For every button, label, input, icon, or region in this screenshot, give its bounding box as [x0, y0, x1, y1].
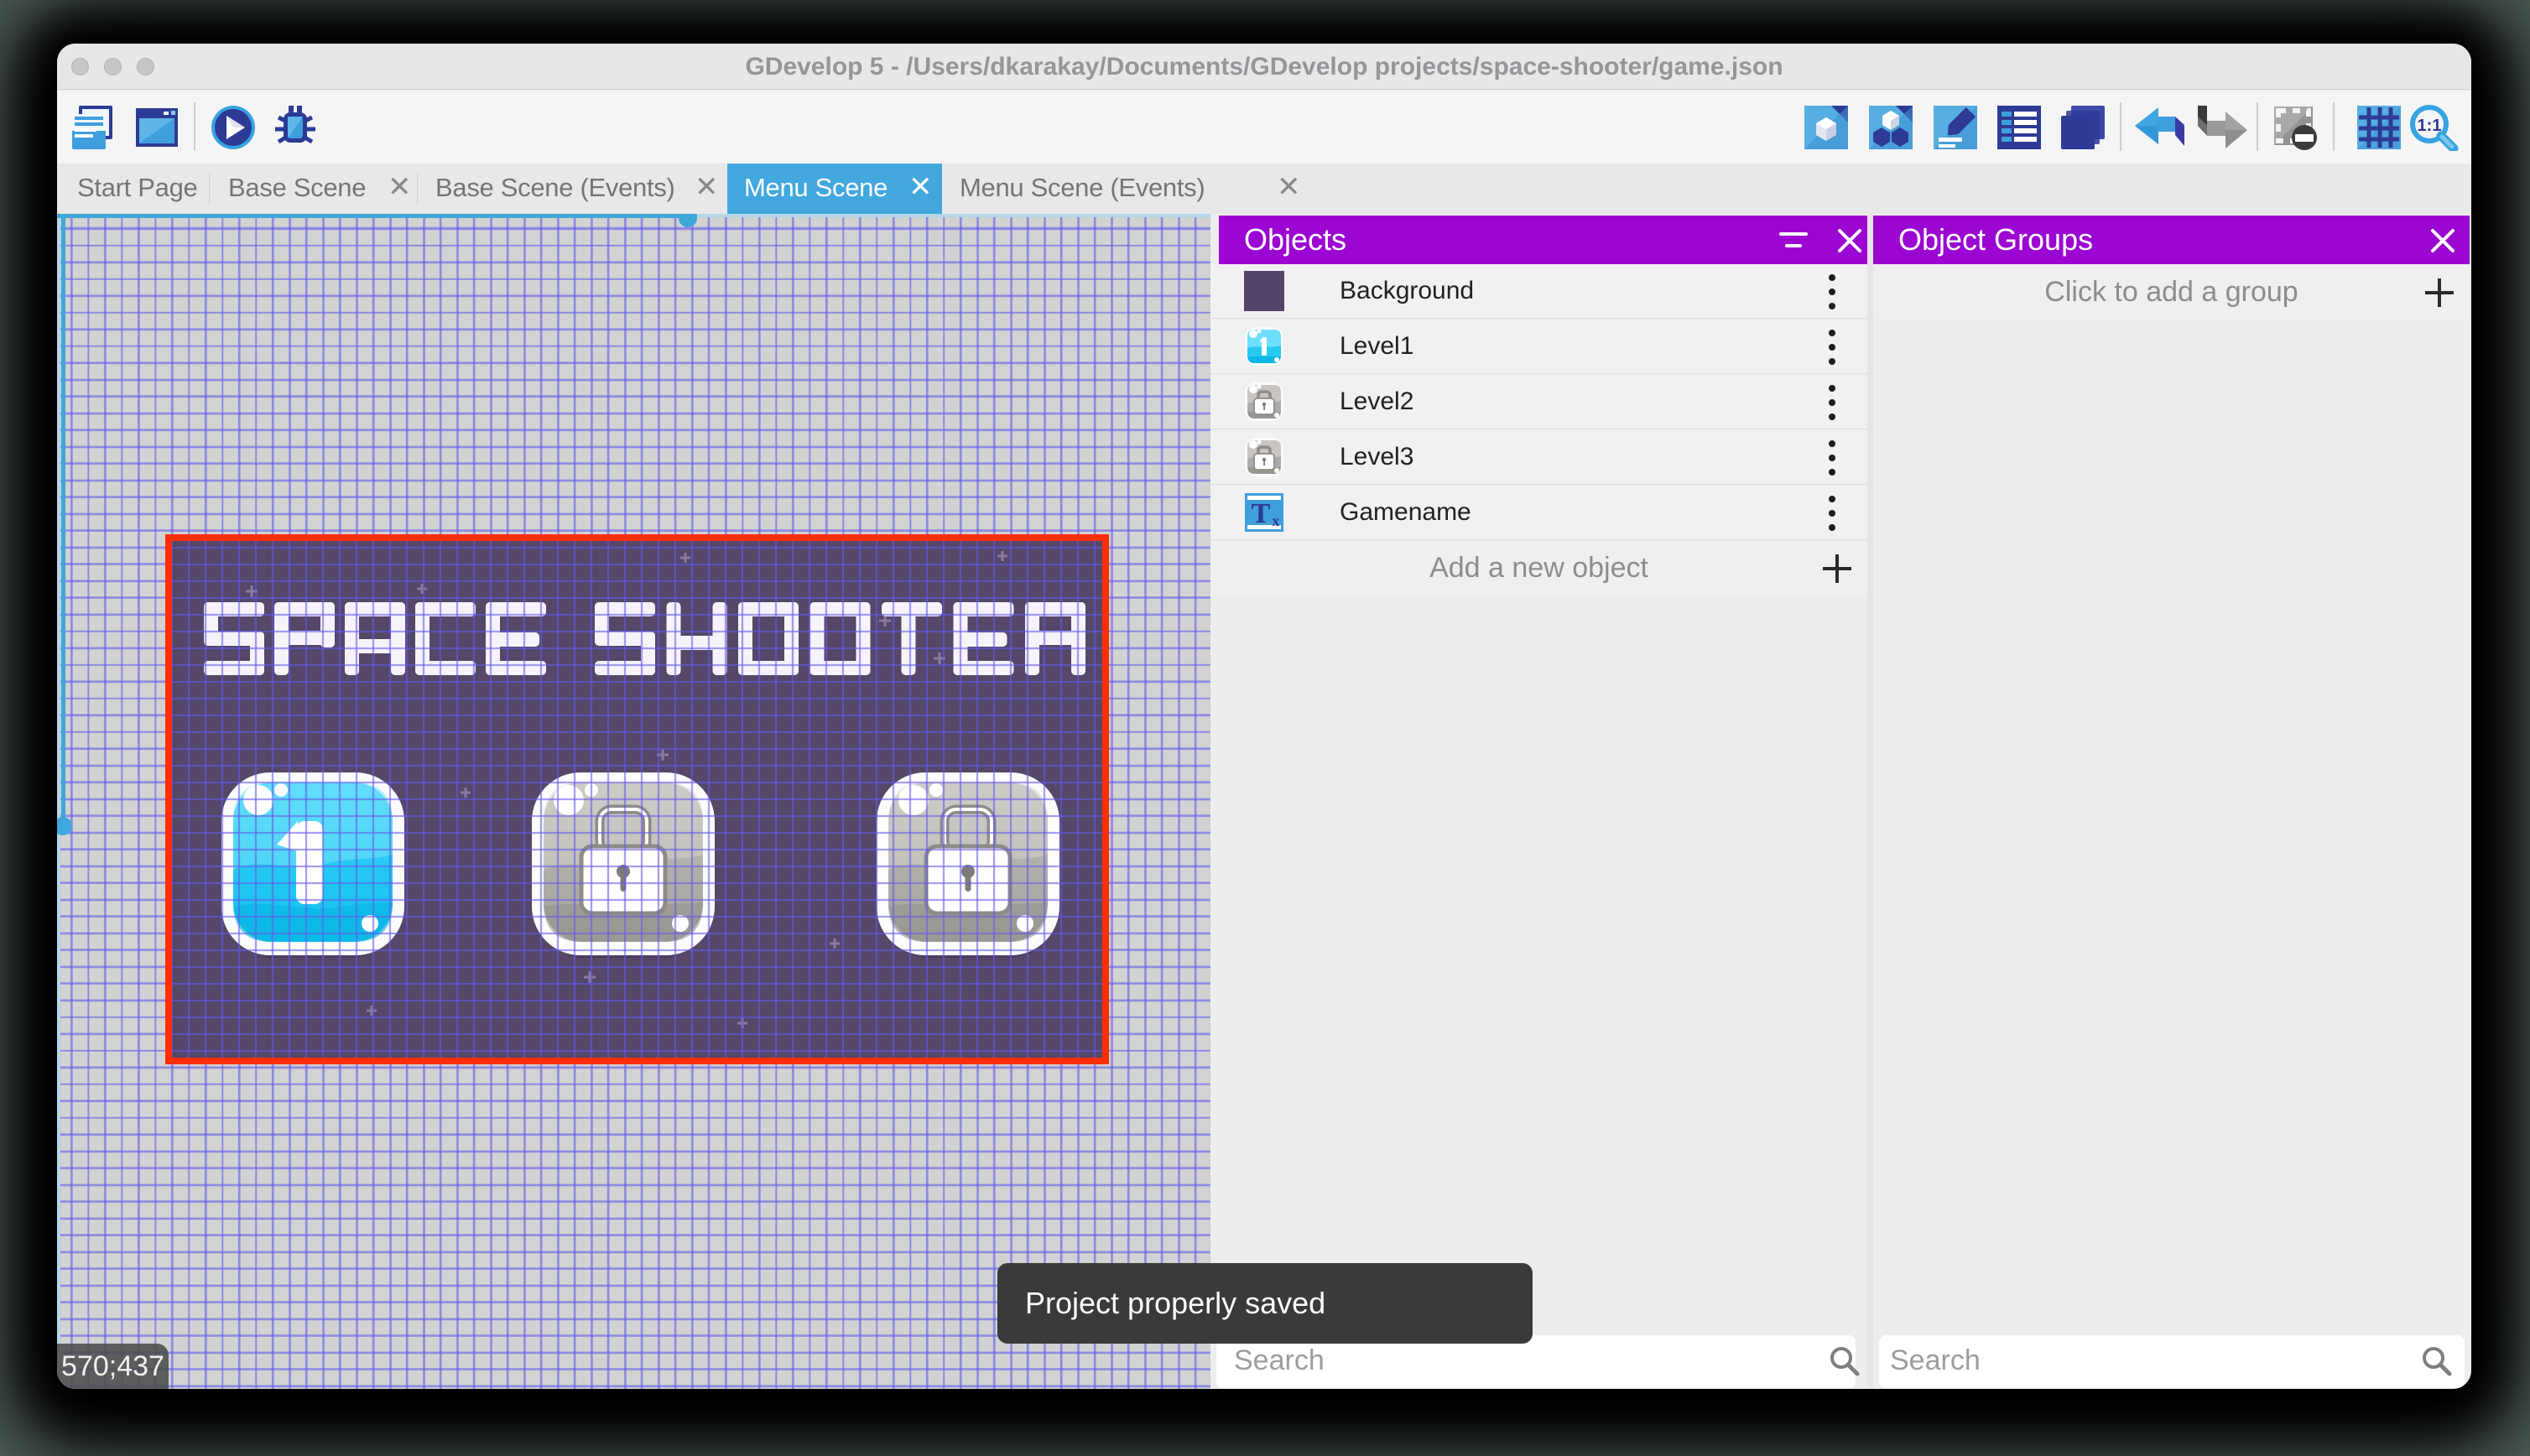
svg-text:x: x: [1273, 512, 1280, 529]
svg-text:1:1: 1:1: [2418, 117, 2442, 135]
svg-text:T: T: [1252, 498, 1271, 529]
